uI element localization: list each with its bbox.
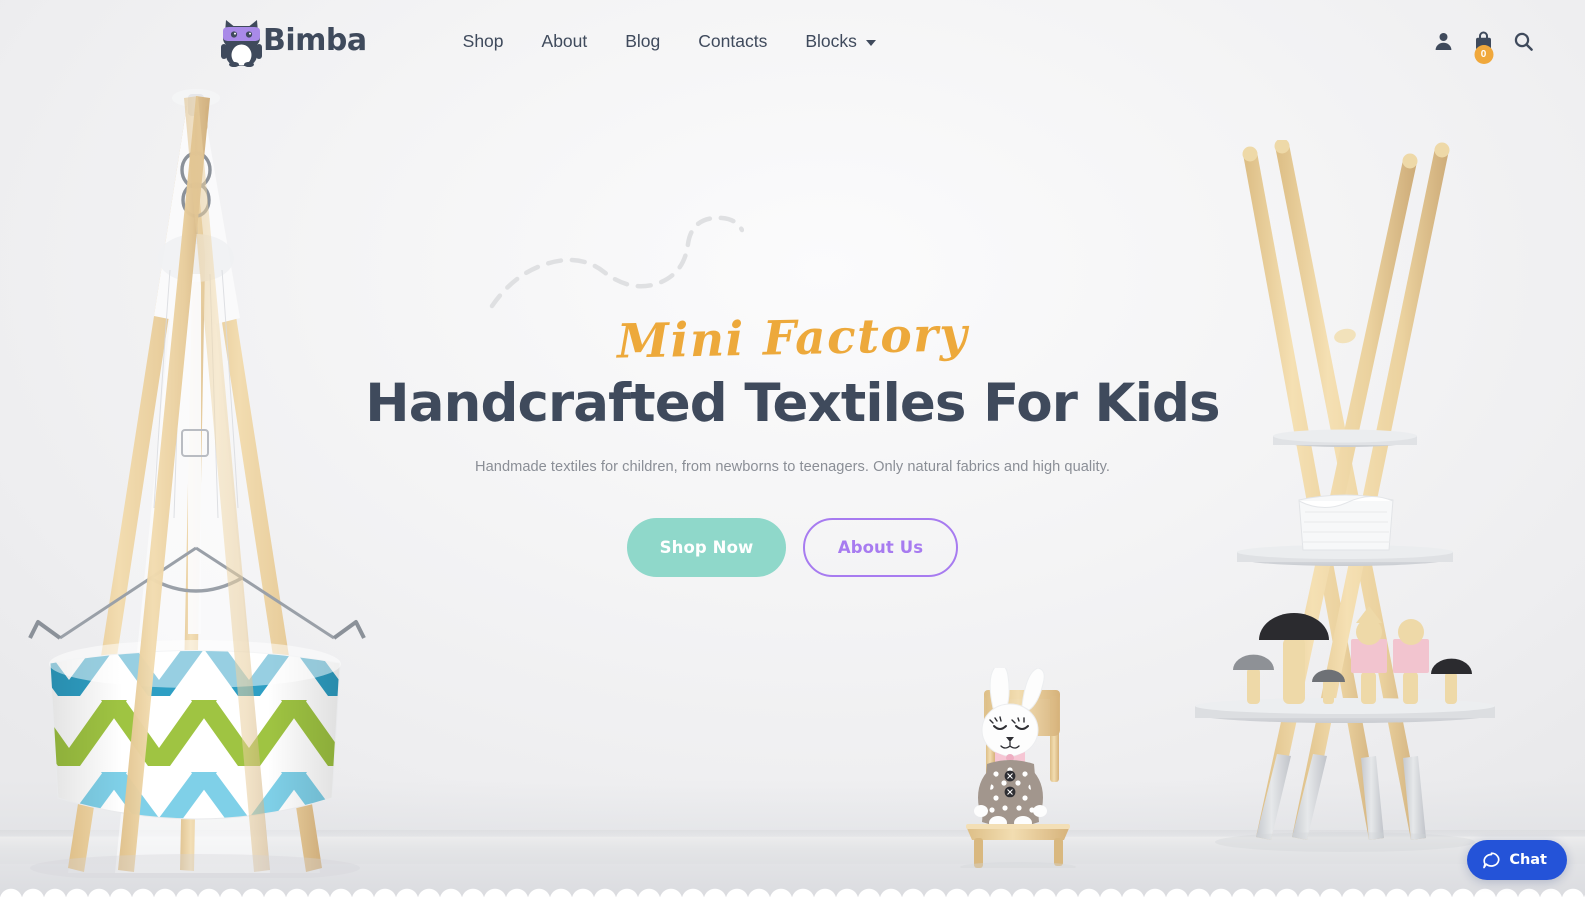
cart-button[interactable]: 0 bbox=[1474, 31, 1493, 64]
chat-widget-label: Chat bbox=[1509, 852, 1547, 868]
nav-item-contacts[interactable]: Contacts bbox=[679, 21, 786, 62]
hero-stage bbox=[0, 0, 1585, 900]
account-button[interactable] bbox=[1434, 32, 1453, 51]
nav-item-about-label: About bbox=[541, 30, 588, 51]
chevron-down-icon bbox=[865, 39, 876, 46]
nav-item-contacts-label: Contacts bbox=[698, 30, 768, 51]
cart-count-badge: 0 bbox=[1474, 45, 1493, 64]
hero-script-title: Mini Factory bbox=[616, 307, 969, 370]
bimba-cat-mascot-logo-icon bbox=[221, 20, 262, 67]
teepee-shelf-illustration bbox=[1155, 138, 1515, 870]
search-magnifier-icon bbox=[1514, 32, 1533, 51]
nav-item-blog-label: Blog bbox=[625, 30, 661, 51]
chat-bubble-icon bbox=[1483, 851, 1500, 868]
brand-name: Bimba bbox=[263, 23, 367, 58]
about-us-button[interactable]: About Us bbox=[803, 517, 958, 577]
chat-widget-button[interactable]: Chat bbox=[1467, 840, 1567, 880]
nav-item-blocks-label: Blocks bbox=[805, 30, 857, 51]
hanging-cradle-illustration bbox=[0, 78, 460, 882]
search-button[interactable] bbox=[1514, 32, 1533, 51]
hero-cta-row: Shop Now About Us bbox=[627, 517, 958, 577]
site-header: Bimba Shop About Blog Contacts Blocks 0 bbox=[0, 0, 1585, 82]
shop-now-button[interactable]: Shop Now bbox=[627, 517, 786, 577]
nav-item-shop-label: Shop bbox=[462, 30, 504, 51]
brand-logo[interactable]: Bimba bbox=[219, 17, 367, 67]
nav-item-about[interactable]: About bbox=[523, 21, 607, 62]
dashed-wavy-line-decoration bbox=[489, 215, 744, 309]
user-person-icon bbox=[1435, 32, 1452, 50]
nav-item-shop[interactable]: Shop bbox=[444, 21, 523, 62]
plush-bunny-on-chair-illustration bbox=[930, 664, 1105, 872]
hero-main-title: Handcrafted Textiles For Kids bbox=[365, 373, 1220, 434]
main-navigation: Shop About Blog Contacts Blocks bbox=[444, 21, 895, 62]
nav-item-blocks[interactable]: Blocks bbox=[786, 21, 895, 62]
hero-subtitle: Handmade textiles for children, from new… bbox=[475, 458, 1110, 475]
header-actions: 0 bbox=[1434, 31, 1533, 64]
nav-item-blog[interactable]: Blog bbox=[606, 21, 679, 62]
